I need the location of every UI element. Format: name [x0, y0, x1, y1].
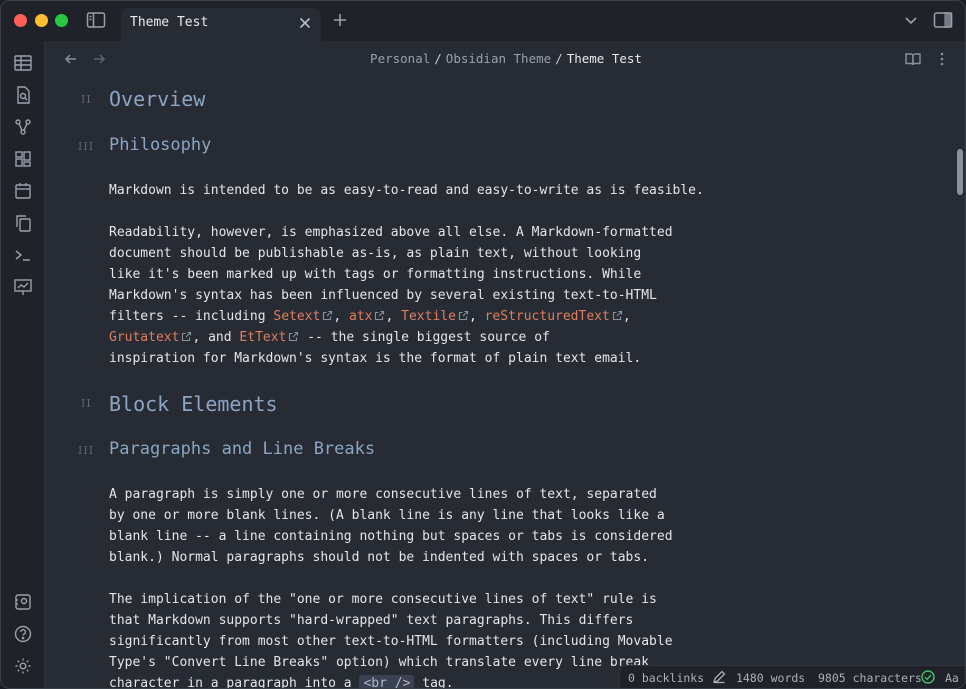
close-icon[interactable] [297, 15, 313, 31]
h3-marker: III [78, 140, 95, 153]
zoom-window-button[interactable] [55, 14, 68, 27]
breadcrumb-separator: / [555, 51, 563, 66]
link-ettext[interactable]: EtText [239, 330, 286, 345]
external-link-icon [181, 328, 192, 342]
external-link-icon [322, 307, 333, 321]
close-window-button[interactable] [14, 14, 27, 27]
heading-block-elements: Block Elements [109, 392, 278, 416]
tab-theme-test[interactable]: Theme Test [121, 8, 321, 41]
heading-overview: Overview [109, 87, 206, 111]
terminal-icon[interactable] [13, 245, 33, 265]
chevron-down-icon[interactable] [902, 11, 924, 31]
paragraph: Markdown is intended to be as easy-to-re… [109, 183, 704, 198]
breadcrumb-personal[interactable]: Personal [370, 51, 430, 66]
paragraph-definition: A paragraph is simply one or more consec… [109, 487, 673, 565]
calendar-icon[interactable] [13, 181, 33, 201]
external-link-icon [288, 328, 299, 342]
font-size-toggle[interactable]: Aa [945, 671, 959, 685]
sidebar-toggle-icon[interactable] [86, 11, 108, 31]
breadcrumb-current-note[interactable]: Theme Test [567, 51, 642, 66]
graph-icon[interactable] [13, 117, 33, 137]
link-restructuredtext[interactable]: reStructuredText [485, 309, 610, 324]
link-atx[interactable]: atx [349, 309, 372, 324]
dashboard-icon[interactable] [13, 149, 33, 169]
tab-title: Theme Test [130, 15, 209, 30]
help-icon[interactable] [13, 624, 33, 644]
external-link-icon [612, 307, 623, 321]
character-count: 9805 characters [818, 671, 922, 685]
inline-code-br: <br /> [359, 675, 415, 688]
app-window: Theme Test Personal / Obsidian Theme / T… [0, 0, 966, 689]
status-bar: 0 backlinks 1480 words 9805 characters A… [619, 665, 965, 688]
link-grutatext[interactable]: Grutatext [109, 330, 179, 345]
new-tab-icon[interactable] [331, 11, 353, 31]
heading-paragraphs-line-breaks: Paragraphs and Line Breaks [109, 439, 376, 459]
word-count: 1480 words [736, 671, 806, 685]
link-textile[interactable]: Textile [401, 309, 456, 324]
table-icon[interactable] [13, 53, 33, 73]
reading-view-book-icon[interactable] [904, 51, 922, 67]
pencil-icon[interactable] [712, 670, 726, 684]
paragraph-readability: Readability, however, is emphasized abov… [109, 225, 673, 366]
presentation-icon[interactable] [13, 277, 33, 297]
h2-marker: II [81, 397, 92, 410]
scrollbar-thumb[interactable] [957, 149, 963, 195]
title-bar: Theme Test [1, 1, 965, 41]
h2-marker: II [81, 93, 92, 106]
external-link-icon [374, 307, 385, 321]
heading-philosophy: Philosophy [109, 135, 212, 155]
vault-switcher-icon[interactable] [13, 592, 33, 612]
minimize-window-button[interactable] [35, 14, 48, 27]
breadcrumb-obsidian-theme[interactable]: Obsidian Theme [446, 51, 551, 66]
link-setext[interactable]: Setext [273, 309, 320, 324]
view-header: Personal / Obsidian Theme / Theme Test [45, 41, 965, 77]
breadcrumb-separator: / [434, 51, 442, 66]
note-editor[interactable]: II Overview III Philosophy Markdown is i… [45, 77, 955, 688]
more-options-icon[interactable] [934, 51, 952, 67]
right-sidebar-toggle-icon[interactable] [933, 11, 955, 31]
h3-marker: III [78, 444, 95, 457]
sync-check-icon[interactable] [921, 670, 935, 684]
breadcrumb: Personal / Obsidian Theme / Theme Test [45, 51, 965, 66]
copy-icon[interactable] [13, 213, 33, 233]
file-search-icon[interactable] [13, 85, 33, 105]
left-ribbon [1, 41, 45, 688]
external-link-icon [458, 307, 469, 321]
backlinks-count[interactable]: 0 backlinks [628, 671, 704, 685]
settings-gear-icon[interactable] [13, 656, 33, 676]
